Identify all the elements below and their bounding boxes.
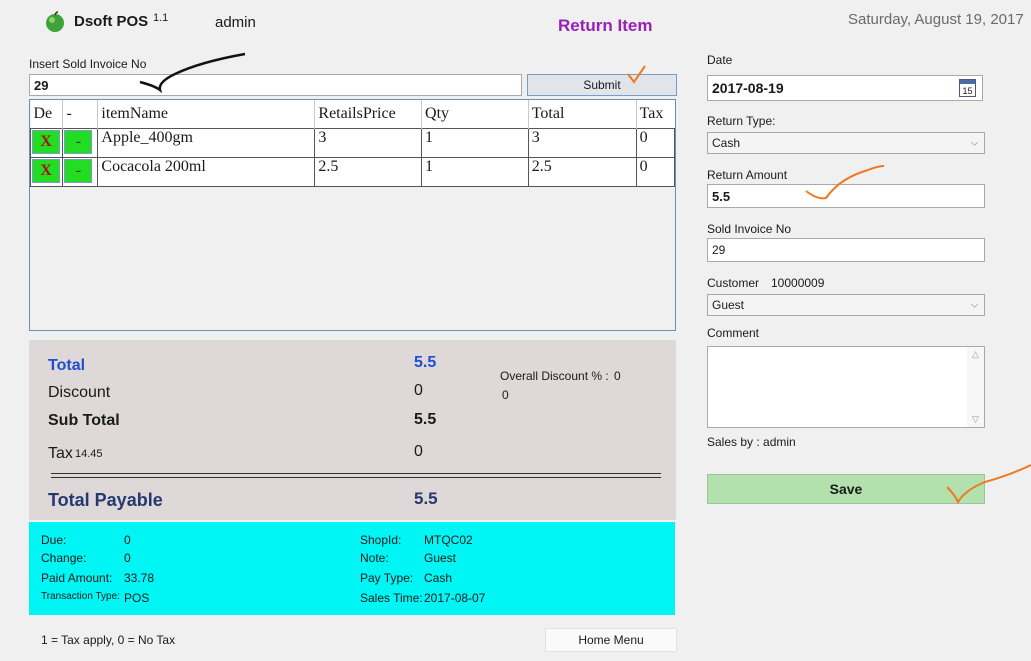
cell-total[interactable]: 2.5 (527, 157, 637, 187)
date-picker[interactable]: 2017-08-19 15 (707, 75, 983, 101)
due-value: 0 (124, 533, 131, 547)
col-header-qty[interactable]: Qty (421, 100, 529, 129)
cell-price[interactable]: 3 (314, 128, 423, 158)
sold-invoice-input[interactable]: 29 (707, 238, 985, 262)
totals-panel: Total 5.5 Overall Discount % : 0 0 Disco… (29, 340, 676, 520)
table-row[interactable]: X - Cocacola 200ml 2.5 1 2.5 0 (29, 157, 676, 187)
date-label: Date (707, 53, 733, 67)
return-type-value: Cash (712, 136, 741, 150)
total-value: 5.5 (414, 354, 437, 371)
sales-by: Sales by : admin (707, 435, 796, 449)
cell-qty[interactable]: 1 (421, 157, 529, 187)
app-version: 1.1 (153, 12, 169, 24)
col-header-total[interactable]: Total (528, 100, 637, 129)
tax-legend-note: 1 = Tax apply, 0 = No Tax (41, 633, 176, 647)
discount-value: 0 (414, 382, 423, 399)
col-header-delete[interactable]: De (30, 100, 64, 129)
items-grid[interactable]: De - itemName RetailsPrice Qty Total Tax… (29, 99, 676, 331)
sales-time-label: Sales Time: (360, 591, 423, 605)
change-value: 0 (124, 551, 131, 565)
comment-scrollbar[interactable]: △ ▽ (967, 347, 984, 427)
subtotal-label: Sub Total (48, 412, 120, 429)
paid-amount-label: Paid Amount: (41, 571, 113, 585)
return-type-select[interactable]: Cash ⌵ (707, 132, 985, 154)
chevron-down-icon: ⌵ (971, 137, 978, 148)
tax-rate: 14.45 (75, 448, 103, 460)
customer-select[interactable]: Guest ⌵ (707, 294, 985, 316)
header-date: Saturday, August 19, 2017 (848, 11, 1024, 28)
shop-id-value: MTQC02 (424, 533, 473, 547)
comment-textarea[interactable] (707, 346, 985, 428)
apple-logo-icon (46, 11, 64, 32)
decrement-row-button[interactable]: - (64, 130, 93, 154)
sales-time-value: 2017-08-07 (424, 591, 486, 605)
save-button[interactable]: Save (707, 474, 985, 504)
transaction-info-panel: Due: 0 Change: 0 Paid Amount: 33.78 Tran… (29, 522, 675, 615)
date-value: 2017-08-19 (712, 80, 784, 96)
subtotal-value: 5.5 (414, 411, 437, 428)
customer-id: 10000009 (771, 276, 825, 290)
pay-type-value: Cash (424, 571, 453, 585)
col-header-itemname[interactable]: itemName (97, 100, 316, 129)
col-header-tax[interactable]: Tax (636, 100, 675, 129)
grid-header-row: De - itemName RetailsPrice Qty Total Tax (30, 100, 675, 129)
cell-tax[interactable]: 0 (635, 128, 676, 158)
calendar-icon[interactable]: 15 (959, 79, 976, 97)
customer-value: Guest (712, 298, 745, 312)
delete-row-button[interactable]: X (32, 130, 60, 154)
invoice-search-label: Insert Sold Invoice No (29, 57, 147, 71)
paid-amount-value: 33.78 (124, 571, 155, 585)
invoice-search-input[interactable]: 29 (29, 74, 522, 96)
total-payable-label: Total Payable (48, 490, 163, 510)
current-user: admin (215, 14, 256, 31)
cell-qty[interactable]: 1 (421, 128, 529, 158)
cell-itemname[interactable]: Cocacola 200ml (97, 157, 316, 187)
chevron-down-icon: ⌵ (971, 299, 978, 310)
calendar-day: 15 (962, 86, 973, 96)
due-label: Due: (41, 533, 67, 547)
cell-price[interactable]: 2.5 (314, 157, 423, 187)
home-menu-button[interactable]: Home Menu (545, 628, 677, 652)
tax-label: Tax (48, 445, 73, 462)
scroll-up-icon[interactable]: △ (967, 349, 984, 360)
table-row[interactable]: X - Apple_400gm 3 1 3 0 (29, 128, 676, 158)
overall-discount-label: Overall Discount % : (500, 369, 609, 383)
app-name: Dsoft POS (74, 13, 149, 30)
delete-row-button[interactable]: X (32, 159, 60, 183)
submit-button[interactable]: Submit (527, 74, 677, 96)
return-amount-label: Return Amount (707, 168, 788, 182)
overall-discount-value: 0 (614, 369, 621, 383)
discount-label: Discount (48, 384, 111, 401)
col-header-minus[interactable]: - (62, 100, 99, 129)
decrement-row-button[interactable]: - (64, 159, 93, 183)
note-label: Note: (360, 551, 389, 565)
comment-label: Comment (707, 326, 760, 340)
screen-title: Return Item (558, 16, 653, 35)
customer-label: Customer (707, 276, 760, 290)
overall-discount-amount: 0 (502, 388, 509, 402)
totals-divider (51, 473, 661, 478)
cell-tax[interactable]: 0 (635, 157, 676, 187)
col-header-retailsprice[interactable]: RetailsPrice (314, 100, 423, 129)
total-payable-value: 5.5 (414, 489, 438, 508)
transaction-type-label: Transaction Type: (41, 591, 120, 602)
cell-itemname[interactable]: Apple_400gm (97, 128, 316, 158)
pay-type-label: Pay Type: (360, 571, 414, 585)
note-value: Guest (424, 551, 457, 565)
shop-id-label: ShopId: (360, 533, 402, 547)
scroll-down-icon[interactable]: ▽ (967, 414, 984, 425)
tax-value: 0 (414, 443, 423, 460)
total-label: Total (48, 357, 86, 374)
return-amount-input[interactable]: 5.5 (707, 184, 985, 208)
transaction-type-value: POS (124, 591, 150, 605)
cell-total[interactable]: 3 (527, 128, 637, 158)
return-type-label: Return Type: (707, 114, 776, 128)
sold-invoice-label: Sold Invoice No (707, 222, 792, 236)
change-label: Change: (41, 551, 87, 565)
